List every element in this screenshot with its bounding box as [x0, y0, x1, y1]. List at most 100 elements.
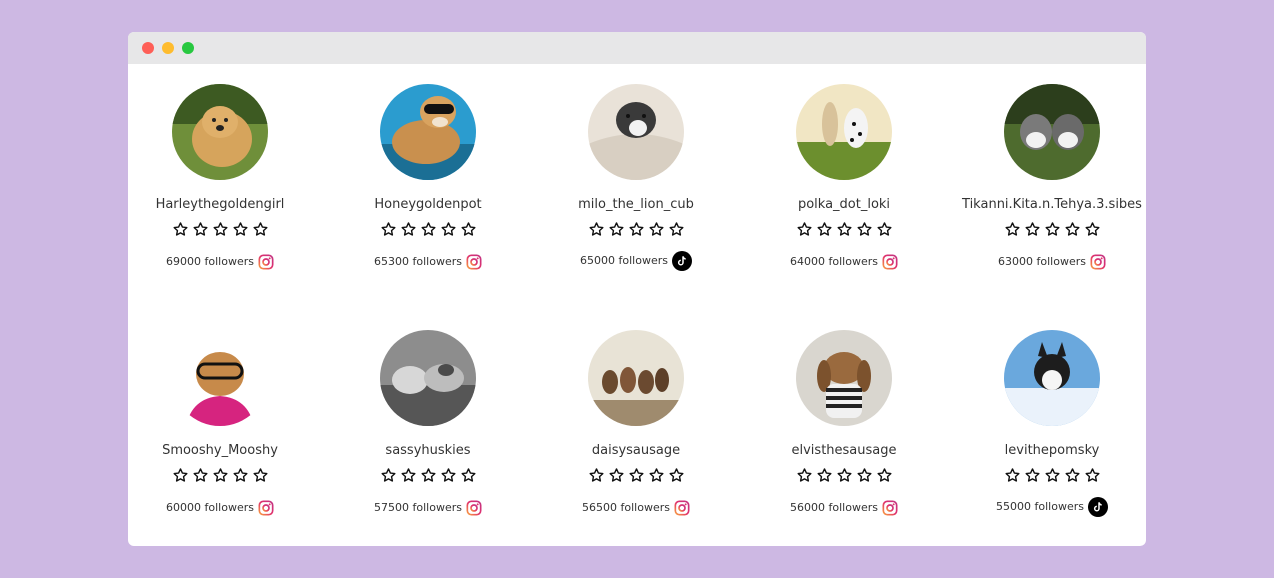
minimize-window-button[interactable] — [162, 42, 174, 54]
star-icon[interactable] — [1004, 221, 1021, 241]
profile-card[interactable]: milo_the_lion_cub 65000 followers — [532, 84, 740, 271]
star-icon[interactable] — [172, 467, 189, 487]
tiktok-icon[interactable] — [1087, 497, 1108, 517]
instagram-icon[interactable] — [258, 500, 274, 516]
avatar[interactable] — [380, 84, 476, 180]
avatar[interactable] — [796, 84, 892, 180]
star-icon[interactable] — [1024, 221, 1041, 241]
profile-card[interactable]: sassyhuskies 57500 followers — [324, 330, 532, 516]
star-icon[interactable] — [460, 221, 477, 241]
star-rating[interactable] — [324, 467, 532, 487]
star-icon[interactable] — [796, 221, 813, 241]
star-rating[interactable] — [128, 221, 324, 241]
star-icon[interactable] — [420, 467, 437, 487]
star-icon[interactable] — [400, 467, 417, 487]
star-icon[interactable] — [648, 467, 665, 487]
star-icon[interactable] — [1084, 221, 1101, 241]
star-icon[interactable] — [460, 467, 477, 487]
profile-card[interactable]: Tikanni.Kita.n.Tehya.3.sibes 63000 follo… — [948, 84, 1146, 270]
profile-name[interactable]: levithepomsky — [948, 443, 1146, 459]
star-icon[interactable] — [232, 221, 249, 241]
star-icon[interactable] — [1084, 467, 1101, 487]
star-icon[interactable] — [232, 467, 249, 487]
star-icon[interactable] — [608, 467, 625, 487]
instagram-icon[interactable] — [1090, 254, 1106, 270]
star-icon[interactable] — [1024, 467, 1041, 487]
star-icon[interactable] — [380, 467, 397, 487]
star-icon[interactable] — [836, 467, 853, 487]
avatar[interactable] — [588, 330, 684, 426]
profile-name[interactable]: Tikanni.Kita.n.Tehya.3.sibes — [948, 197, 1146, 213]
profile-name[interactable]: daisysausage — [532, 443, 740, 459]
star-icon[interactable] — [796, 467, 813, 487]
star-icon[interactable] — [252, 467, 269, 487]
star-icon[interactable] — [836, 221, 853, 241]
profile-card[interactable]: Honeygoldenpot 65300 followers — [324, 84, 532, 270]
star-rating[interactable] — [948, 221, 1146, 241]
profile-card[interactable]: levithepomsky 55000 followers — [948, 330, 1146, 517]
star-icon[interactable] — [876, 467, 893, 487]
instagram-icon[interactable] — [882, 500, 898, 516]
star-rating[interactable] — [128, 467, 324, 487]
star-icon[interactable] — [668, 221, 685, 241]
profile-name[interactable]: Smooshy_Mooshy — [128, 443, 324, 459]
profile-name[interactable]: milo_the_lion_cub — [532, 197, 740, 213]
star-icon[interactable] — [876, 221, 893, 241]
instagram-icon[interactable] — [674, 500, 690, 516]
star-icon[interactable] — [668, 467, 685, 487]
maximize-window-button[interactable] — [182, 42, 194, 54]
profile-name[interactable]: Honeygoldenpot — [324, 197, 532, 213]
avatar[interactable] — [172, 330, 268, 426]
star-icon[interactable] — [588, 467, 605, 487]
star-icon[interactable] — [1044, 221, 1061, 241]
profile-name[interactable]: sassyhuskies — [324, 443, 532, 459]
star-icon[interactable] — [1064, 221, 1081, 241]
star-rating[interactable] — [532, 221, 740, 241]
star-icon[interactable] — [440, 221, 457, 241]
star-icon[interactable] — [212, 467, 229, 487]
star-rating[interactable] — [532, 467, 740, 487]
star-icon[interactable] — [628, 221, 645, 241]
star-icon[interactable] — [816, 467, 833, 487]
star-icon[interactable] — [192, 221, 209, 241]
avatar[interactable] — [1004, 330, 1100, 426]
star-icon[interactable] — [192, 467, 209, 487]
profile-card[interactable]: Harleythegoldengirl 69000 followers — [128, 84, 324, 270]
star-icon[interactable] — [1064, 467, 1081, 487]
star-icon[interactable] — [1044, 467, 1061, 487]
avatar[interactable] — [1004, 84, 1100, 180]
instagram-icon[interactable] — [466, 500, 482, 516]
star-icon[interactable] — [420, 221, 437, 241]
avatar[interactable] — [172, 84, 268, 180]
profile-name[interactable]: elvisthesausage — [740, 443, 948, 459]
star-icon[interactable] — [628, 467, 645, 487]
avatar[interactable] — [588, 84, 684, 180]
star-rating[interactable] — [740, 467, 948, 487]
instagram-icon[interactable] — [258, 254, 274, 270]
tiktok-icon[interactable] — [671, 251, 692, 271]
star-icon[interactable] — [648, 221, 665, 241]
star-icon[interactable] — [1004, 467, 1021, 487]
star-icon[interactable] — [856, 221, 873, 241]
star-icon[interactable] — [400, 221, 417, 241]
profile-card[interactable]: Smooshy_Mooshy 60000 followers — [128, 330, 324, 516]
profile-name[interactable]: polka_dot_loki — [740, 197, 948, 213]
profile-card[interactable]: polka_dot_loki 64000 followers — [740, 84, 948, 270]
profile-card[interactable]: daisysausage 56500 followers — [532, 330, 740, 516]
star-rating[interactable] — [324, 221, 532, 241]
star-icon[interactable] — [608, 221, 625, 241]
star-icon[interactable] — [588, 221, 605, 241]
star-icon[interactable] — [440, 467, 457, 487]
close-window-button[interactable] — [142, 42, 154, 54]
profile-card[interactable]: elvisthesausage 56000 followers — [740, 330, 948, 516]
star-icon[interactable] — [856, 467, 873, 487]
instagram-icon[interactable] — [466, 254, 482, 270]
profile-name[interactable]: Harleythegoldengirl — [128, 197, 324, 213]
star-icon[interactable] — [816, 221, 833, 241]
avatar[interactable] — [796, 330, 892, 426]
star-icon[interactable] — [380, 221, 397, 241]
star-icon[interactable] — [252, 221, 269, 241]
star-rating[interactable] — [740, 221, 948, 241]
instagram-icon[interactable] — [882, 254, 898, 270]
avatar[interactable] — [380, 330, 476, 426]
